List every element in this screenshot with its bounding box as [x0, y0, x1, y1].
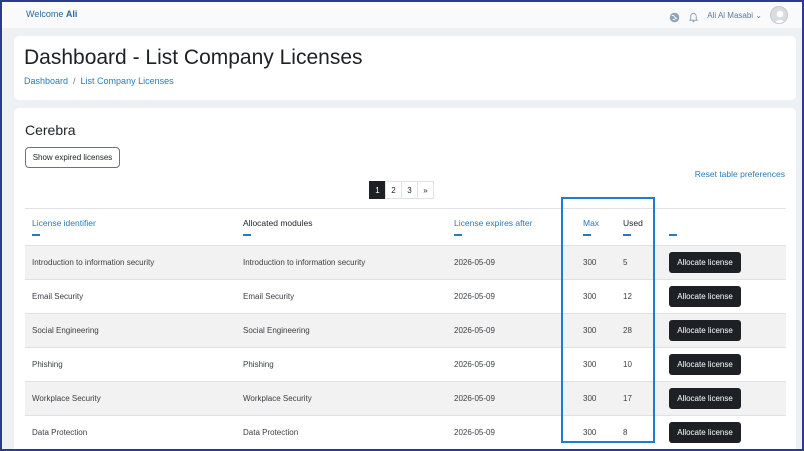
- user-menu[interactable]: Ali Al Masabi ⌄: [707, 11, 762, 20]
- cell-expires: 2026-05-09: [447, 381, 576, 416]
- cell-max: 300: [576, 313, 616, 348]
- cell-max: 300: [576, 245, 616, 280]
- cell-action: Allocate license: [662, 279, 786, 314]
- cell-license-id: Social Engineering: [25, 313, 236, 348]
- allocate-license-button[interactable]: Allocate license: [669, 422, 741, 444]
- licenses-table: License identifier Allocated modules Lic…: [25, 208, 786, 450]
- allocate-license-button[interactable]: Allocate license: [669, 252, 741, 273]
- header-card: Dashboard - List Company Licenses Dashbo…: [14, 36, 796, 100]
- cell-action: Allocate license: [662, 313, 786, 348]
- cell-action: Allocate license: [662, 415, 786, 450]
- table-row: Workplace Security Workplace Security 20…: [25, 381, 786, 416]
- page-3[interactable]: 3: [401, 181, 418, 199]
- col-max[interactable]: Max: [576, 208, 616, 246]
- cell-license-id: Data Protection: [25, 415, 236, 450]
- cell-modules: Workplace Security: [236, 381, 447, 416]
- cell-expires: 2026-05-09: [447, 347, 576, 382]
- allocate-license-button[interactable]: Allocate license: [669, 286, 741, 307]
- col-license-identifier[interactable]: License identifier: [25, 208, 236, 246]
- allocate-license-button[interactable]: Allocate license: [669, 354, 741, 375]
- cell-license-id: Email Security: [25, 279, 236, 314]
- cell-used: 10: [616, 347, 662, 382]
- col-used: Used: [616, 208, 662, 246]
- cell-max: 300: [576, 381, 616, 416]
- breadcrumb-dashboard[interactable]: Dashboard: [24, 76, 68, 86]
- table-header-row: License identifier Allocated modules Lic…: [25, 208, 786, 246]
- cell-modules: Data Protection: [236, 415, 447, 450]
- col-actions: [662, 208, 786, 246]
- globe-icon[interactable]: [669, 10, 680, 22]
- cell-license-id: Introduction to information security: [25, 245, 236, 280]
- table-row: Introduction to information security Int…: [25, 245, 786, 280]
- cell-max: 300: [576, 347, 616, 382]
- collapse-icon[interactable]: [669, 234, 677, 236]
- cell-modules: Phishing: [236, 347, 447, 382]
- allocate-license-button[interactable]: Allocate license: [669, 388, 741, 409]
- page-next[interactable]: »: [417, 181, 434, 199]
- cell-license-id: Workplace Security: [25, 381, 236, 416]
- cell-expires: 2026-05-09: [447, 245, 576, 280]
- breadcrumb: Dashboard / List Company Licenses: [24, 76, 174, 86]
- cell-modules: Social Engineering: [236, 313, 447, 348]
- cell-action: Allocate license: [662, 347, 786, 382]
- breadcrumb-separator: /: [73, 76, 76, 86]
- bell-icon[interactable]: [688, 10, 699, 22]
- welcome-text: Welcome Ali: [26, 9, 78, 19]
- table-row: Email Security Email Security 2026-05-09…: [25, 279, 786, 314]
- pagination: 1 2 3 »: [369, 181, 434, 199]
- avatar[interactable]: [770, 6, 788, 24]
- cell-action: Allocate license: [662, 245, 786, 280]
- allocate-license-button[interactable]: Allocate license: [669, 320, 741, 341]
- page-title: Dashboard - List Company Licenses: [24, 46, 363, 69]
- cell-action: Allocate license: [662, 381, 786, 416]
- cell-used: 12: [616, 279, 662, 314]
- col-allocated-modules: Allocated modules: [236, 208, 447, 246]
- cell-expires: 2026-05-09: [447, 313, 576, 348]
- cell-modules: Introduction to information security: [236, 245, 447, 280]
- cell-expires: 2026-05-09: [447, 279, 576, 314]
- table-row: Phishing Phishing 2026-05-09 300 10 Allo…: [25, 347, 786, 382]
- licenses-card: Cerebra Show expired licenses Reset tabl…: [14, 108, 796, 451]
- collapse-icon[interactable]: [454, 234, 462, 236]
- navbar-right: Ali Al Masabi ⌄: [669, 6, 788, 24]
- collapse-icon[interactable]: [583, 234, 591, 236]
- cell-used: 28: [616, 313, 662, 348]
- cell-max: 300: [576, 279, 616, 314]
- page-1[interactable]: 1: [369, 181, 386, 199]
- welcome-user: Ali: [65, 9, 78, 19]
- cell-used: 5: [616, 245, 662, 280]
- section-title: Cerebra: [25, 122, 76, 138]
- collapse-icon[interactable]: [32, 234, 40, 236]
- table-row: Data Protection Data Protection 2026-05-…: [25, 415, 786, 450]
- cell-license-id: Phishing: [25, 347, 236, 382]
- cell-expires: 2026-05-09: [447, 415, 576, 450]
- collapse-icon[interactable]: [623, 234, 631, 236]
- top-navbar: Welcome Ali Ali Al Masabi ⌄: [2, 2, 802, 28]
- page-2[interactable]: 2: [385, 181, 402, 199]
- table-row: Social Engineering Social Engineering 20…: [25, 313, 786, 348]
- collapse-icon[interactable]: [243, 234, 251, 236]
- cell-used: 17: [616, 381, 662, 416]
- breadcrumb-list-licenses[interactable]: List Company Licenses: [81, 76, 174, 86]
- reset-table-preferences-link[interactable]: Reset table preferences: [695, 169, 785, 179]
- show-expired-button[interactable]: Show expired licenses: [25, 147, 120, 168]
- cell-used: 8: [616, 415, 662, 450]
- cell-max: 300: [576, 415, 616, 450]
- cell-modules: Email Security: [236, 279, 447, 314]
- col-license-expires[interactable]: License expires after: [447, 208, 576, 246]
